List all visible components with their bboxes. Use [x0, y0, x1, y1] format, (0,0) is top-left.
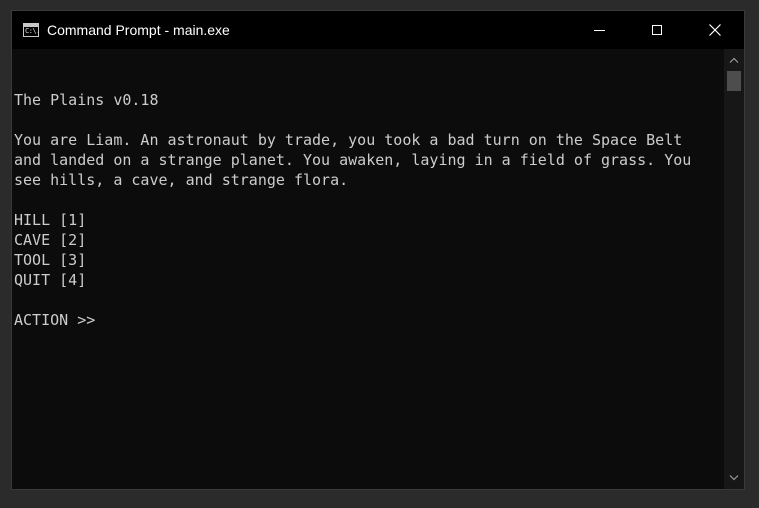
menu-option-cave: CAVE [2] — [14, 231, 87, 249]
window-title: Command Prompt - main.exe — [47, 22, 230, 38]
console-line-title: The Plains v0.18 — [14, 91, 159, 109]
menu-option-quit: QUIT [4] — [14, 271, 87, 289]
minimize-button[interactable] — [570, 11, 628, 49]
minimize-icon — [593, 29, 605, 31]
scrollbar-thumb[interactable] — [727, 71, 741, 91]
close-button[interactable] — [686, 11, 744, 49]
maximize-button[interactable] — [628, 11, 686, 49]
console-output[interactable]: The Plains v0.18 You are Liam. An astrona… — [12, 49, 724, 489]
action-prompt[interactable]: ACTION >> — [14, 310, 691, 330]
title-bar[interactable]: C:\. Command Prompt - main.exe — [12, 11, 744, 49]
chevron-down-icon — [729, 475, 739, 481]
command-prompt-window: C:\. Command Prompt - main.exe The Plain… — [11, 10, 745, 490]
console-line-story: You are Liam. An astronaut by trade, you… — [14, 131, 683, 149]
scroll-down-button[interactable] — [724, 469, 744, 487]
maximize-icon — [652, 25, 662, 35]
chevron-up-icon — [729, 57, 739, 63]
close-icon — [709, 24, 721, 36]
menu-option-hill: HILL [1] — [14, 211, 87, 229]
cmd-icon: C:\. — [23, 23, 40, 37]
menu-option-tool: TOOL [3] — [14, 251, 87, 269]
console-line-story: see hills, a cave, and strange flora. — [14, 171, 349, 189]
console-text: The Plains v0.18 You are Liam. An astrona… — [14, 70, 691, 330]
vertical-scrollbar[interactable] — [724, 49, 744, 489]
cmd-icon-text: C:\. — [25, 27, 40, 35]
console-line-story: and landed on a strange planet. You awak… — [14, 151, 692, 169]
scroll-up-button[interactable] — [724, 51, 744, 69]
